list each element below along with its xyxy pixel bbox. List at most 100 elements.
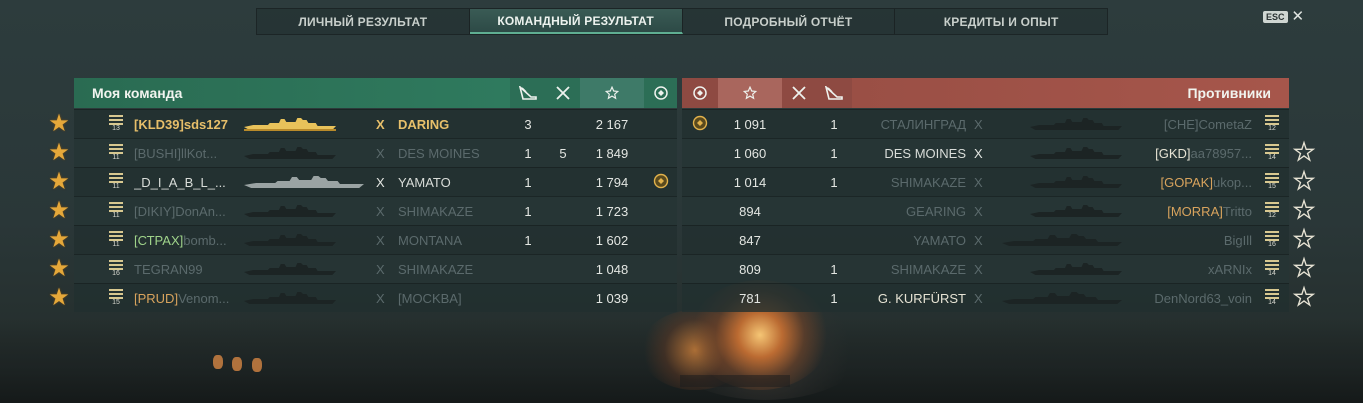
service-rank-number: 16 [112, 270, 120, 277]
tab-detailed-report[interactable]: ПОДРОБНЫЙ ОТЧЁТ [683, 9, 896, 34]
ship-icon-cell [244, 139, 366, 167]
player-name: CometaZ [1198, 116, 1252, 132]
badge-cell [644, 110, 677, 138]
ship-silhouette [244, 234, 336, 246]
torpedo-hits: 1 [830, 116, 838, 132]
ship-name: DES MOINES [398, 145, 480, 161]
table-row[interactable]: 11 [BUSHI] llKot... X DES MOINES 1 5 1 849 [74, 138, 677, 167]
base-xp: 2 167 [595, 116, 629, 132]
table-row[interactable]: 16 TEGRAN99 X SHIMAKAZE 1 048 [74, 254, 677, 283]
service-rank-number: 15 [112, 299, 120, 306]
ship-icon-cell [1000, 110, 1122, 138]
rank-cell: 14 [1264, 284, 1282, 312]
player-name-cell: _D_I_A_B_L_... [134, 168, 244, 196]
destroyed-marker: X [974, 261, 983, 277]
planes-destroyed [546, 110, 580, 138]
table-row[interactable]: 781 1 G. KURFÜRST X DenNord63_voin 14 [682, 283, 1289, 312]
rank-cell: 15 [1264, 168, 1282, 196]
service-rank-icon: 11 [108, 173, 124, 191]
clan-tag: [KLD39] [134, 116, 184, 132]
player-name: xARNIx [1207, 261, 1252, 277]
service-rank-icon: 14 [1264, 260, 1280, 278]
badge-icon[interactable] [682, 78, 718, 108]
add-friend-star-icon[interactable]: ★ [1292, 227, 1316, 252]
badge-icon[interactable] [644, 78, 677, 108]
base-xp: 1 060 [733, 145, 767, 161]
rank-cell: 15 [108, 284, 126, 312]
destroyed-marker: X [974, 174, 983, 190]
table-row[interactable]: 15 [PRUD] Venom... X [MOCKBA] 1 039 [74, 283, 677, 312]
plane-icon[interactable] [782, 78, 816, 108]
table-row[interactable]: 13 [KLD39] sds127 X DARING 3 2 167 [74, 109, 677, 138]
add-friend-star-icon[interactable]: ★ [1292, 169, 1316, 194]
torpedo-hits: 1 [830, 145, 838, 161]
table-row[interactable]: 11 [СТРАХ] bomb... X MONTANA 1 1 602 [74, 225, 677, 254]
rank-cell: 16 [1264, 226, 1282, 254]
table-row[interactable]: 847 YAMATO X BigIll 16 [682, 225, 1289, 254]
destroyed-marker: X [974, 232, 983, 248]
ship-icon-cell [1000, 168, 1122, 196]
torpedo-hits: 1 [830, 174, 838, 190]
player-name-cell: TEGRAN99 [134, 255, 244, 283]
ship-name: SHIMAKAZE [890, 261, 966, 277]
destroyed-marker: X [974, 145, 983, 161]
plane-icon[interactable] [546, 78, 580, 108]
add-friend-star-icon[interactable]: ★ [1292, 198, 1316, 223]
base-xp: 781 [739, 290, 761, 306]
torpedo-icon[interactable] [816, 78, 852, 108]
table-row[interactable]: 11 _D_I_A_B_L_... X YAMATO 1 1 794 [74, 167, 677, 196]
torpedo-icon[interactable] [510, 78, 546, 108]
base-xp: 1 039 [595, 290, 629, 306]
add-friend-star-icon[interactable]: ★ [1292, 256, 1316, 281]
table-row[interactable]: 809 1 SHIMAKAZE XxARNIx 14 [682, 254, 1289, 283]
ship-silhouette [1030, 147, 1122, 159]
service-rank-icon: 16 [1264, 231, 1280, 249]
player-name: llKot... [180, 145, 218, 161]
service-rank-number: 11 [112, 241, 120, 248]
tab-team-result[interactable]: КОМАНДНЫЙ РЕЗУЛЬТАТ [469, 9, 683, 34]
destroyed-marker: X [974, 116, 983, 132]
ship-icon-cell [244, 197, 366, 225]
star-icon[interactable] [718, 78, 782, 108]
player-name-cell: DenNord63_voin [1122, 284, 1252, 312]
add-friend-star-icon[interactable]: ★ [1292, 140, 1316, 165]
clan-tag: [DIKIY] [134, 203, 176, 219]
torpedo-hits [816, 197, 852, 225]
clan-tag: [CHE] [1163, 116, 1199, 132]
team-member-star-icon: ★ [48, 197, 70, 224]
player-name-cell: [BUSHI] llKot... [134, 139, 244, 167]
table-row[interactable]: 1 060 1 DES MOINES X [GKD] aa78957... 14 [682, 138, 1289, 167]
base-xp: 894 [739, 203, 761, 219]
badge-cell [644, 255, 677, 283]
close-button[interactable]: ESC ✕ [1263, 9, 1304, 24]
service-rank-number: 11 [112, 183, 120, 190]
player-name-cell: [PRUD] Venom... [134, 284, 244, 312]
team-member-star-icon: ★ [48, 110, 70, 137]
ship-icon-cell [244, 110, 366, 138]
torpedo-hits: 1 [830, 290, 838, 306]
planes-destroyed [782, 168, 816, 196]
clan-tag: [PRUD] [134, 290, 179, 306]
base-xp: 1 014 [733, 174, 767, 190]
planes-destroyed: 5 [559, 145, 567, 161]
add-friend-star-icon[interactable]: ★ [1292, 285, 1316, 310]
destroyed-marker: X [376, 174, 385, 190]
table-row[interactable]: 894 GEARING X [MORRA] Tritto 12 [682, 196, 1289, 225]
planes-destroyed [782, 255, 816, 283]
achievement-badge-icon [692, 115, 708, 134]
player-name: BigIll [1223, 232, 1252, 248]
table-row[interactable]: 1 091 1 СТАЛИНГРАД X [CHE] CometaZ 12 [682, 109, 1289, 138]
star-icon[interactable] [580, 78, 644, 108]
ship-silhouette [244, 263, 336, 275]
service-rank-icon: 11 [108, 231, 124, 249]
clan-tag: [GKD] [1155, 145, 1191, 161]
table-row[interactable]: 1 014 1 SHIMAKAZE X [GOPAK] ukop... 15 [682, 167, 1289, 196]
tab-credits-xp[interactable]: КРЕДИТЫ И ОПЫТ [895, 9, 1107, 34]
table-row[interactable]: 11 [DIKIY] DonAn... X SHIMAKAZE 1 1 723 [74, 196, 677, 225]
badge-cell [644, 197, 677, 225]
tab-personal-result[interactable]: ЛИЧНЫЙ РЕЗУЛЬТАТ [257, 9, 470, 34]
enemy-rows: 1 091 1 СТАЛИНГРАД X [CHE] CometaZ 12 1 060 1 DES… [682, 109, 1289, 312]
ship-name: GEARING [906, 203, 966, 219]
service-rank-icon: 15 [108, 289, 124, 307]
ship-icon-cell [244, 284, 366, 312]
